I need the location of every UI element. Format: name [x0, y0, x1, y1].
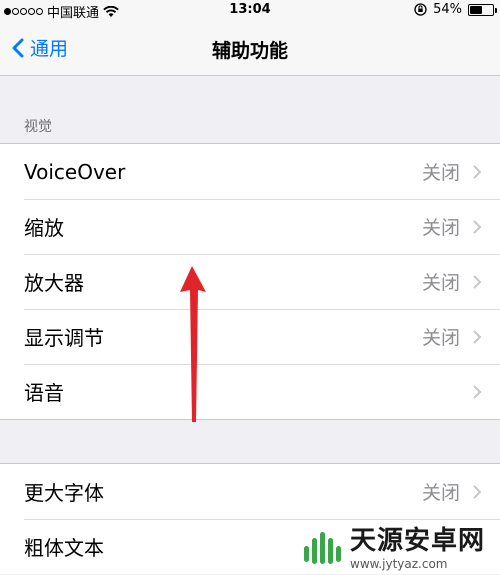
row-value: 关闭 [421, 217, 460, 239]
settings-group-vision: VoiceOver 关闭 缩放 关闭 放大器 关闭 显示调节 关闭 语音 [0, 143, 500, 420]
red-arrow-annotation [180, 266, 206, 422]
battery-percent: 54% [433, 2, 462, 17]
row-label: 更大字体 [24, 481, 104, 505]
row-label: 显示调节 [24, 326, 104, 350]
row-value: 关闭 [421, 482, 460, 504]
row-label: 语音 [24, 381, 64, 405]
chevron-right-icon [472, 384, 486, 400]
chevron-right-icon [472, 484, 486, 500]
row-value: 关闭 [421, 327, 460, 349]
orientation-lock-icon [414, 3, 427, 16]
watermark-name: 天源安卓网 [350, 526, 486, 556]
android-logo-icon [304, 531, 341, 564]
status-right: 54% [414, 2, 497, 17]
row-speech[interactable]: 语音 [0, 364, 500, 419]
status-bar: 中国联通 13:04 54% [0, 0, 500, 21]
page-title: 辅助功能 [211, 40, 288, 62]
row-magnifier[interactable]: 放大器 关闭 [0, 254, 500, 309]
row-display-accommodations[interactable]: 显示调节 关闭 [0, 309, 500, 364]
row-label: 缩放 [24, 216, 64, 240]
chevron-right-icon [472, 164, 486, 180]
row-voiceover[interactable]: VoiceOver 关闭 [0, 144, 500, 199]
row-label: VoiceOver [24, 159, 126, 184]
row-label: 放大器 [24, 271, 84, 295]
row-value: 关闭 [421, 162, 460, 184]
row-larger-text[interactable]: 更大字体 关闭 [0, 464, 500, 519]
watermark: 天源安卓网 www.jytyaz.com [300, 520, 485, 571]
row-zoom[interactable]: 缩放 关闭 [0, 199, 500, 254]
row-value: 关闭 [421, 272, 460, 294]
chevron-right-icon [472, 274, 486, 290]
section-header-vision: 视觉 [24, 119, 52, 135]
chevron-right-icon [472, 329, 486, 345]
watermark-url: www.jytyaz.com [350, 557, 448, 571]
battery-icon [468, 3, 497, 16]
chevron-right-icon [472, 219, 486, 235]
navigation-bar: 通用 辅助功能 [0, 20, 500, 76]
